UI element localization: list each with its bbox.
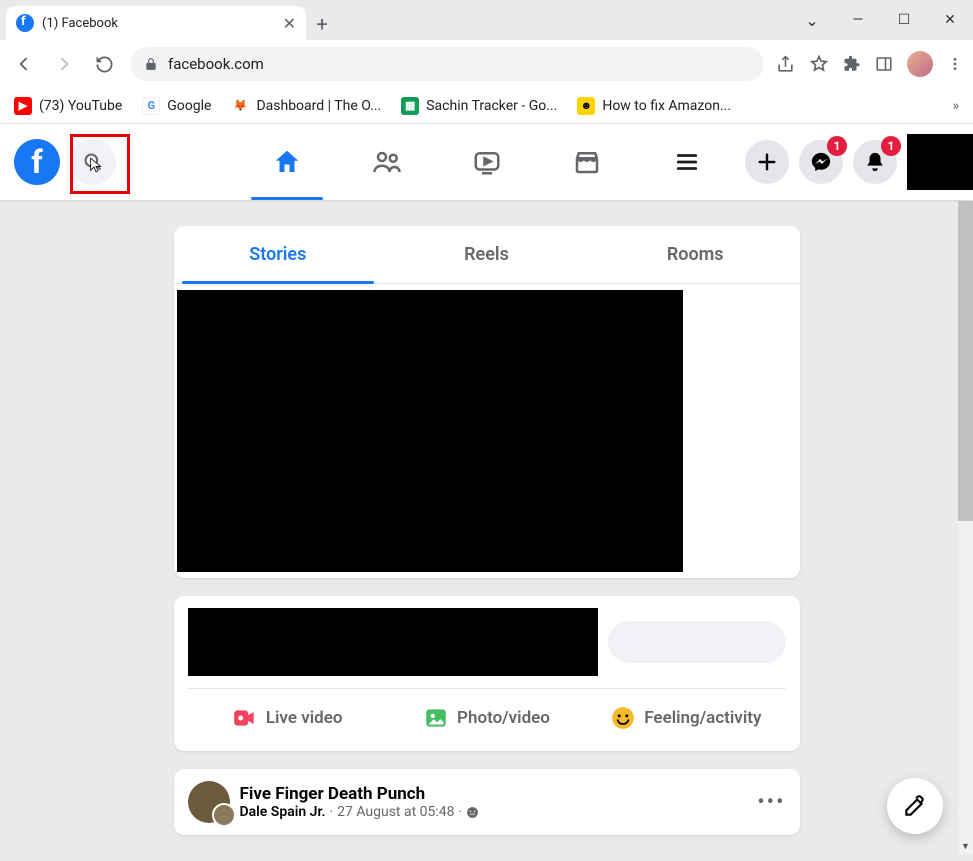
post-title[interactable]: Five Finger Death Punch <box>240 784 480 804</box>
cursor-icon <box>88 157 104 173</box>
composer-redacted[interactable] <box>188 608 598 676</box>
bookmarks-overflow-icon[interactable]: » <box>952 98 959 114</box>
facebook-favicon <box>16 14 34 32</box>
post-avatar[interactable] <box>188 781 230 823</box>
url-text: facebook.com <box>168 55 264 73</box>
address-bar[interactable]: facebook.com <box>130 47 764 81</box>
nav-friends[interactable] <box>341 124 433 200</box>
nav-menu[interactable] <box>641 124 733 200</box>
browser-toolbar: facebook.com <box>0 40 973 88</box>
share-icon[interactable] <box>776 55 795 74</box>
search-button[interactable] <box>70 139 116 185</box>
privacy-icon <box>466 806 479 819</box>
tab-search-icon[interactable]: ⌄ <box>789 0 835 40</box>
feed: Stories Reels Rooms Live video Photo/vid… <box>0 200 973 861</box>
tab-reels[interactable]: Reels <box>382 226 591 283</box>
tab-rooms[interactable]: Rooms <box>591 226 800 283</box>
window-controls: ⌄ — ☐ ✕ <box>789 0 973 40</box>
reload-button[interactable] <box>90 50 118 78</box>
fox-icon: 🦊 <box>231 97 249 115</box>
bookmark-sheets[interactable]: ▦ Sachin Tracker - Go... <box>401 97 557 115</box>
tab-close-icon[interactable]: ✕ <box>283 14 296 33</box>
bookmark-amazon[interactable]: ☻ How to fix Amazon... <box>577 97 731 115</box>
sidepanel-icon[interactable] <box>875 55 893 73</box>
composer-card: Live video Photo/video Feeling/activity <box>174 596 800 751</box>
scroll-thumb[interactable] <box>958 201 973 521</box>
maximize-button[interactable]: ☐ <box>881 0 927 40</box>
notifications-button[interactable]: 1 <box>853 140 897 184</box>
youtube-icon: ▶ <box>14 97 32 115</box>
tab-stories[interactable]: Stories <box>174 226 383 283</box>
minimize-button[interactable]: — <box>835 0 881 40</box>
back-button[interactable] <box>10 50 38 78</box>
edit-icon <box>902 793 928 819</box>
messenger-badge: 1 <box>827 136 847 156</box>
nav-home[interactable] <box>241 124 333 200</box>
post-menu-button[interactable]: ••• <box>757 790 785 815</box>
photo-icon <box>423 705 449 731</box>
nav-marketplace[interactable] <box>541 124 633 200</box>
post-author[interactable]: Dale Spain Jr. <box>240 804 326 820</box>
tab-title: (1) Facebook <box>42 16 118 31</box>
smiley-icon <box>610 705 636 731</box>
messenger-button[interactable]: 1 <box>799 140 843 184</box>
compose-fab[interactable] <box>887 778 943 834</box>
browser-tab[interactable]: (1) Facebook ✕ <box>6 6 306 40</box>
profile-avatar[interactable] <box>907 51 933 77</box>
bookmark-google[interactable]: G Google <box>142 97 211 115</box>
scrollbar[interactable] <box>958 201 973 841</box>
post-meta: Dale Spain Jr. · 27 August at 05:48 · <box>240 804 480 820</box>
bookmark-youtube[interactable]: ▶ (73) YouTube <box>14 97 122 115</box>
stories-content[interactable] <box>177 290 683 572</box>
smile-icon: ☻ <box>577 97 595 115</box>
browser-titlebar: (1) Facebook ✕ + ⌄ — ☐ ✕ <box>0 0 973 40</box>
bookmarks-bar: ▶ (73) YouTube G Google 🦊 Dashboard | Th… <box>0 88 973 124</box>
stories-card: Stories Reels Rooms <box>174 226 800 578</box>
scroll-down-arrow[interactable]: ▼ <box>958 839 973 854</box>
notifications-badge: 1 <box>881 136 901 156</box>
photo-video-button[interactable]: Photo/video <box>387 697 586 739</box>
account-area[interactable] <box>907 134 973 190</box>
post-card: Five Finger Death Punch Dale Spain Jr. ·… <box>174 769 800 835</box>
live-video-button[interactable]: Live video <box>188 697 387 739</box>
center-nav <box>241 124 733 200</box>
post-avatar-secondary <box>212 803 236 827</box>
nav-watch[interactable] <box>441 124 533 200</box>
chrome-menu-icon[interactable] <box>947 56 963 72</box>
create-button[interactable] <box>745 140 789 184</box>
facebook-logo[interactable]: f <box>14 139 60 185</box>
google-icon: G <box>142 97 160 115</box>
lock-icon <box>144 57 158 71</box>
bookmark-star-icon[interactable] <box>809 54 829 74</box>
bookmark-dashboard[interactable]: 🦊 Dashboard | The O... <box>231 97 381 115</box>
video-camera-icon <box>232 705 258 731</box>
extensions-icon[interactable] <box>843 55 861 73</box>
new-tab-button[interactable]: + <box>306 8 338 40</box>
post-time: 27 August at 05:48 <box>337 804 454 820</box>
facebook-header: f 1 1 <box>0 124 973 200</box>
feeling-activity-button[interactable]: Feeling/activity <box>586 697 785 739</box>
close-window-button[interactable]: ✕ <box>927 0 973 40</box>
sheets-icon: ▦ <box>401 97 419 115</box>
forward-button[interactable] <box>50 50 78 78</box>
composer-input[interactable] <box>608 621 786 663</box>
